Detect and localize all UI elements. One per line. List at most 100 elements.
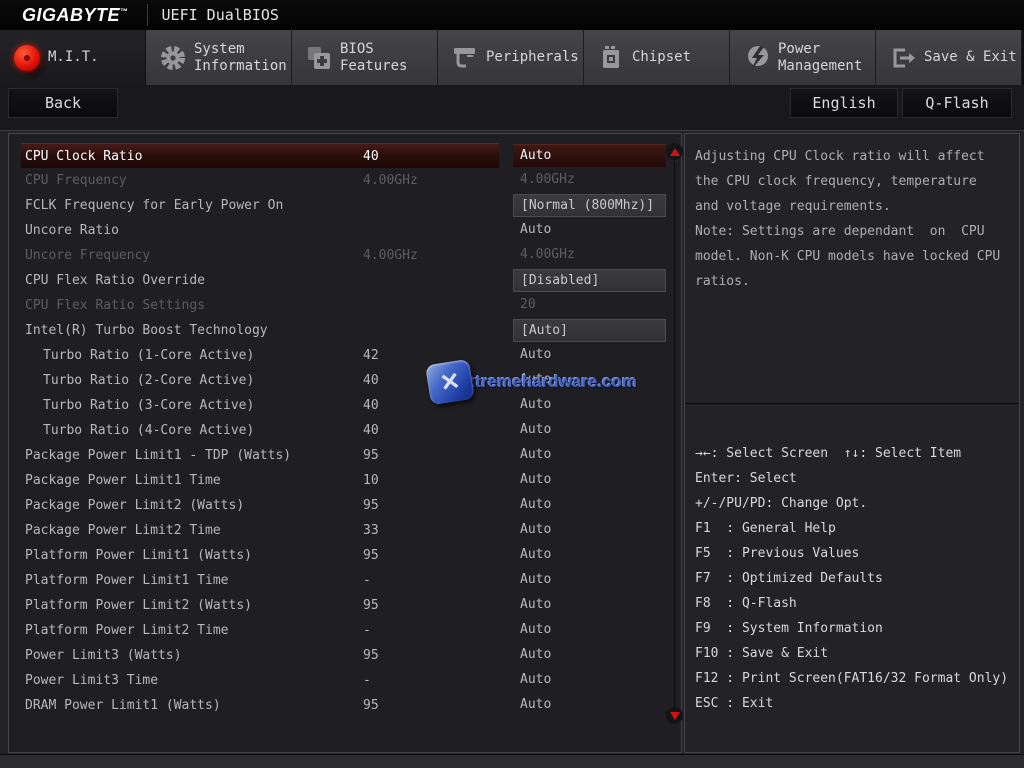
tab-chipset[interactable]: Chipset	[584, 30, 730, 85]
setting-label: Package Power Limit2 Time	[21, 523, 221, 538]
setting-label: CPU Flex Ratio Override	[21, 273, 205, 288]
settings-row[interactable]: Platform Power Limit1 Time - Auto	[9, 568, 681, 593]
tab-mit[interactable]: M.I.T.	[0, 30, 146, 85]
settings-row[interactable]: Turbo Ratio (2-Core Active)40Auto	[9, 368, 681, 393]
setting-option: Auto	[513, 644, 666, 667]
setting-current-value: 40	[363, 418, 379, 443]
help-line: Note: Settings are dependant on CPU	[695, 219, 1009, 244]
help-text: Adjusting CPU Clock ratio will affectthe…	[685, 134, 1019, 404]
key-legend-line: F12 : Print Screen(FAT16/32 Format Only)	[695, 666, 1009, 691]
setting-label: Power Limit3 Time	[21, 673, 158, 688]
scroll-up-arrow[interactable]	[666, 143, 683, 160]
settings-row[interactable]: Turbo Ratio (4-Core Active)40Auto	[9, 418, 681, 443]
settings-row[interactable]: CPU Frequency4.00GHz4.00GHz	[9, 168, 681, 193]
setting-option: 4.00GHz	[513, 169, 666, 192]
gigabyte-logo: GIGABYTE™	[22, 5, 129, 26]
setting-option: Auto	[513, 569, 666, 592]
setting-current-value: 40	[363, 144, 379, 169]
settings-row[interactable]: CPU Clock Ratio 40 Auto	[9, 143, 681, 168]
settings-row[interactable]: Turbo Ratio (1-Core Active)42Auto	[9, 343, 681, 368]
setting-option[interactable]: [Disabled]	[513, 269, 666, 292]
tab-power-management[interactable]: Power Management	[730, 30, 876, 85]
settings-row[interactable]: CPU Flex Ratio Override [Disabled]	[9, 268, 681, 293]
setting-option[interactable]: [Normal (800Mhz)]	[513, 194, 666, 217]
key-legend-line: →←: Select Screen ↑↓: Select Item	[695, 441, 1009, 466]
header-divider	[0, 130, 1024, 131]
scroll-down-arrow[interactable]	[666, 707, 683, 724]
mit-red-dot-icon	[12, 43, 42, 73]
tab-bios-features[interactable]: BIOS Features	[292, 30, 438, 85]
setting-option: Auto	[513, 544, 666, 567]
gear-icon	[158, 43, 188, 73]
settings-panel: CPU Clock Ratio40AutoCPU Frequency4.00GH…	[8, 133, 682, 753]
settings-row[interactable]: Intel(R) Turbo Boost Technology[Auto]	[9, 318, 681, 343]
setting-option: Auto	[513, 219, 666, 242]
tab-system-information[interactable]: System Information	[146, 30, 292, 85]
settings-row[interactable]: CPU Flex Ratio Settings20	[9, 293, 681, 318]
settings-row[interactable]: Platform Power Limit2 (Watts)95Auto	[9, 593, 681, 618]
scrollbar-track[interactable]	[674, 162, 675, 714]
setting-label: Turbo Ratio (1-Core Active)	[21, 348, 254, 363]
setting-current-value: 95	[363, 693, 379, 718]
setting-label: Platform Power Limit2 Time	[21, 623, 229, 638]
settings-row[interactable]: Package Power Limit2 Time33Auto	[9, 518, 681, 543]
settings-row[interactable]: FCLK Frequency for Early Power On[Normal…	[9, 193, 681, 218]
setting-label: DRAM Power Limit1 (Watts)	[21, 698, 221, 713]
setting-current-value: -	[363, 568, 371, 593]
setting-option: Auto	[513, 619, 666, 642]
setting-option: 4.00GHz	[513, 244, 666, 267]
setting-label: Platform Power Limit2 (Watts)	[21, 598, 252, 613]
settings-row[interactable]: Turbo Ratio (3-Core Active)40Auto	[9, 393, 681, 418]
setting-option: Auto	[513, 144, 666, 167]
settings-row[interactable]: Package Power Limit1 Time10Auto	[9, 468, 681, 493]
settings-row[interactable]: Package Power Limit1 - TDP (Watts)95Auto	[9, 443, 681, 468]
bios-features-icon	[304, 43, 334, 73]
setting-label: Power Limit3 (Watts)	[21, 648, 182, 663]
qflash-button[interactable]: Q-Flash	[902, 88, 1012, 118]
title-bar: GIGABYTE™ UEFI DualBIOS	[0, 0, 1024, 30]
settings-row[interactable]: Package Power Limit2 (Watts)95Auto	[9, 493, 681, 518]
settings-list: CPU Clock Ratio40AutoCPU Frequency4.00GH…	[9, 143, 681, 718]
settings-row[interactable]: Platform Power Limit1 (Watts)95Auto	[9, 543, 681, 568]
setting-option: Auto	[513, 494, 666, 517]
setting-label: CPU Clock Ratio	[21, 149, 142, 164]
settings-row[interactable]: Platform Power Limit2 Time - Auto	[9, 618, 681, 643]
setting-label: Platform Power Limit1 Time	[21, 573, 229, 588]
key-legend-line: F9 : System Information	[695, 616, 1009, 641]
title-divider	[147, 4, 148, 26]
bottom-strip	[0, 754, 1024, 768]
help-panel: Adjusting CPU Clock ratio will affectthe…	[684, 133, 1020, 753]
back-button[interactable]: Back	[8, 88, 118, 118]
help-line: Adjusting CPU Clock ratio will affect	[695, 144, 1009, 169]
setting-current-value: -	[363, 618, 371, 643]
bios-screen: GIGABYTE™ UEFI DualBIOS M.I.T. System In…	[0, 0, 1024, 768]
key-legend-line: F10 : Save & Exit	[695, 641, 1009, 666]
settings-row[interactable]: Uncore RatioAuto	[9, 218, 681, 243]
toolbar: Back English Q-Flash	[0, 85, 1024, 130]
tab-save-exit[interactable]: Save & Exit	[876, 30, 1022, 85]
setting-current-value: 40	[363, 368, 379, 393]
setting-current-value: 95	[363, 443, 379, 468]
setting-label: Package Power Limit1 - TDP (Watts)	[21, 448, 291, 463]
setting-label: Package Power Limit1 Time	[21, 473, 221, 488]
key-legend-line: F5 : Previous Values	[695, 541, 1009, 566]
setting-current-value: 10	[363, 468, 379, 493]
setting-label: Package Power Limit2 (Watts)	[21, 498, 244, 513]
power-lightning-icon	[742, 43, 772, 73]
setting-current-value: 4.00GHz	[363, 243, 418, 268]
settings-row[interactable]: Power Limit3 Time-Auto	[9, 668, 681, 693]
setting-label: Turbo Ratio (3-Core Active)	[21, 398, 254, 413]
settings-row[interactable]: DRAM Power Limit1 (Watts)95Auto	[9, 693, 681, 718]
language-button[interactable]: English	[790, 88, 898, 118]
chipset-icon	[596, 43, 626, 73]
tab-peripherals[interactable]: Peripherals	[438, 30, 584, 85]
peripherals-icon	[450, 43, 480, 73]
setting-current-value: 33	[363, 518, 379, 543]
key-legend-line: F1 : General Help	[695, 516, 1009, 541]
settings-row[interactable]: Power Limit3 (Watts)95Auto	[9, 643, 681, 668]
setting-option[interactable]: [Auto]	[513, 319, 666, 342]
settings-row[interactable]: Uncore Frequency4.00GHz4.00GHz	[9, 243, 681, 268]
help-line: the CPU clock frequency, temperature	[695, 169, 1009, 194]
key-legend-line: F7 : Optimized Defaults	[695, 566, 1009, 591]
setting-option: Auto	[513, 594, 666, 617]
